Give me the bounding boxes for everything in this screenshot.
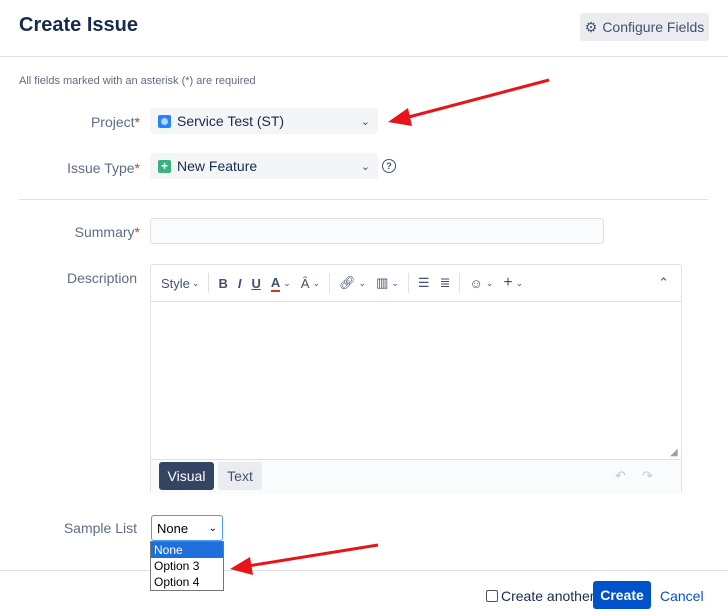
- annotation-arrow-project: [388, 78, 550, 126]
- annotation-arrow-dropdown: [230, 543, 379, 575]
- annotation-arrows: [230, 78, 550, 575]
